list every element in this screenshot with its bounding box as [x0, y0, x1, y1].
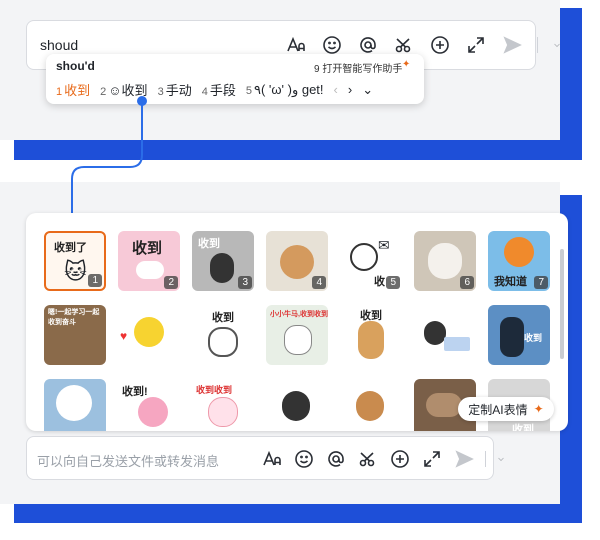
next-page-icon[interactable]: › — [348, 82, 352, 97]
cat-photo-icon — [280, 245, 314, 279]
scissors-icon[interactable] — [357, 448, 379, 470]
message-input-text: shoud — [40, 37, 79, 53]
cat-face-icon: 🐱 — [64, 259, 87, 284]
send-icon[interactable] — [453, 448, 475, 470]
message-input-bottom[interactable]: 可以向自己发送文件或转发消息 — [26, 436, 504, 480]
candidate-item-3[interactable]: 3 手动 — [158, 80, 192, 99]
sticker-17[interactable]: 收到收到 — [192, 379, 254, 431]
mention-icon[interactable] — [357, 34, 379, 56]
stickman-icon — [350, 243, 378, 271]
chevron-down-icon[interactable] — [552, 34, 562, 56]
mention-icon[interactable] — [325, 448, 347, 470]
sticker-panel-scrollbar[interactable] — [560, 249, 564, 359]
sticker-19[interactable] — [340, 379, 402, 431]
input-toolbar-bottom — [261, 448, 506, 470]
chick-icon — [134, 317, 164, 347]
sticker-7[interactable]: 我知道 7 — [488, 231, 550, 291]
penguin-laptop-icon — [424, 321, 446, 345]
sticker-15[interactable] — [44, 379, 106, 431]
sticker-4[interactable]: 4 — [266, 231, 328, 291]
add-icon[interactable] — [389, 448, 411, 470]
samoyed-icon — [56, 385, 92, 421]
penguin-paper-icon — [282, 391, 310, 421]
message-input-placeholder: 可以向自己发送文件或转发消息 — [37, 454, 220, 469]
scissors-icon[interactable] — [393, 34, 415, 56]
font-size-icon[interactable] — [285, 34, 307, 56]
toolbar-separator — [537, 37, 538, 53]
pink-blob-icon — [138, 397, 168, 427]
blob-icon — [136, 261, 164, 279]
send-icon[interactable] — [501, 34, 523, 56]
expand-candidates-icon[interactable]: ⌄ — [362, 82, 373, 98]
heart-icon: ♥ — [120, 329, 128, 343]
expand-icon[interactable] — [421, 448, 443, 470]
emoji-icon[interactable] — [321, 34, 343, 56]
candidate-item-5[interactable]: 5 ٩( 'ω' )و get! — [246, 82, 324, 98]
sticker-3[interactable]: 收到 3 — [192, 231, 254, 291]
custom-ai-sticker-label: 定制AI表情 — [468, 402, 528, 417]
input-toolbar-top — [285, 34, 562, 56]
laptop-icon — [444, 337, 470, 351]
sticker-8[interactable]: 嗯!一起学习一起收到奋斗 — [44, 305, 106, 365]
sticker-5[interactable]: ✉ 收 5 — [340, 231, 402, 291]
monkey-icon — [504, 237, 534, 267]
sticker-10[interactable]: 收到 — [192, 305, 254, 365]
candidate-item-4[interactable]: 4 手段 — [202, 80, 236, 99]
sticker-1[interactable]: 收到了 🐱 1 — [44, 231, 106, 291]
sticker-6[interactable]: 6 — [414, 231, 476, 291]
cat-sleeping-icon — [426, 393, 462, 417]
sticker-2[interactable]: 收到 2 — [118, 231, 180, 291]
font-size-icon[interactable] — [261, 448, 283, 470]
duck-icon — [208, 327, 238, 357]
penguin-icon — [210, 253, 234, 283]
expand-icon[interactable] — [465, 34, 487, 56]
prev-page-icon[interactable]: ‹ — [334, 82, 338, 97]
emoji-icon[interactable] — [293, 448, 315, 470]
custom-ai-sticker-button[interactable]: 定制AI表情 ✦ — [458, 397, 554, 421]
add-icon[interactable] — [429, 34, 451, 56]
sticker-12[interactable]: 收到 — [340, 305, 402, 365]
chevron-down-icon[interactable] — [496, 448, 506, 470]
sticker-13[interactable] — [414, 305, 476, 365]
ime-composition: shou'd — [56, 59, 95, 73]
sticker-11[interactable]: 小小牛马,收到收到 — [266, 305, 328, 365]
otter-icon — [356, 391, 384, 421]
sparkle-icon: ✦ — [533, 402, 544, 416]
ai-writing-assistant-link[interactable]: 9 打开智能写作助手 — [314, 60, 402, 75]
toolbar-separator — [485, 451, 486, 467]
dog-photo-icon — [428, 243, 462, 279]
black-cat-icon — [500, 317, 524, 357]
sparkle-icon: ✦ — [402, 59, 411, 70]
bunny-icon — [208, 397, 238, 427]
shiba-icon — [358, 321, 384, 359]
cow-icon — [284, 325, 312, 355]
sticker-14[interactable]: 收到 — [488, 305, 550, 365]
envelope-icon: ✉ — [378, 237, 390, 253]
sticker-16[interactable]: 收到! — [118, 379, 180, 431]
sticker-9[interactable]: ♥ — [118, 305, 180, 365]
sticker-18[interactable] — [266, 379, 328, 431]
